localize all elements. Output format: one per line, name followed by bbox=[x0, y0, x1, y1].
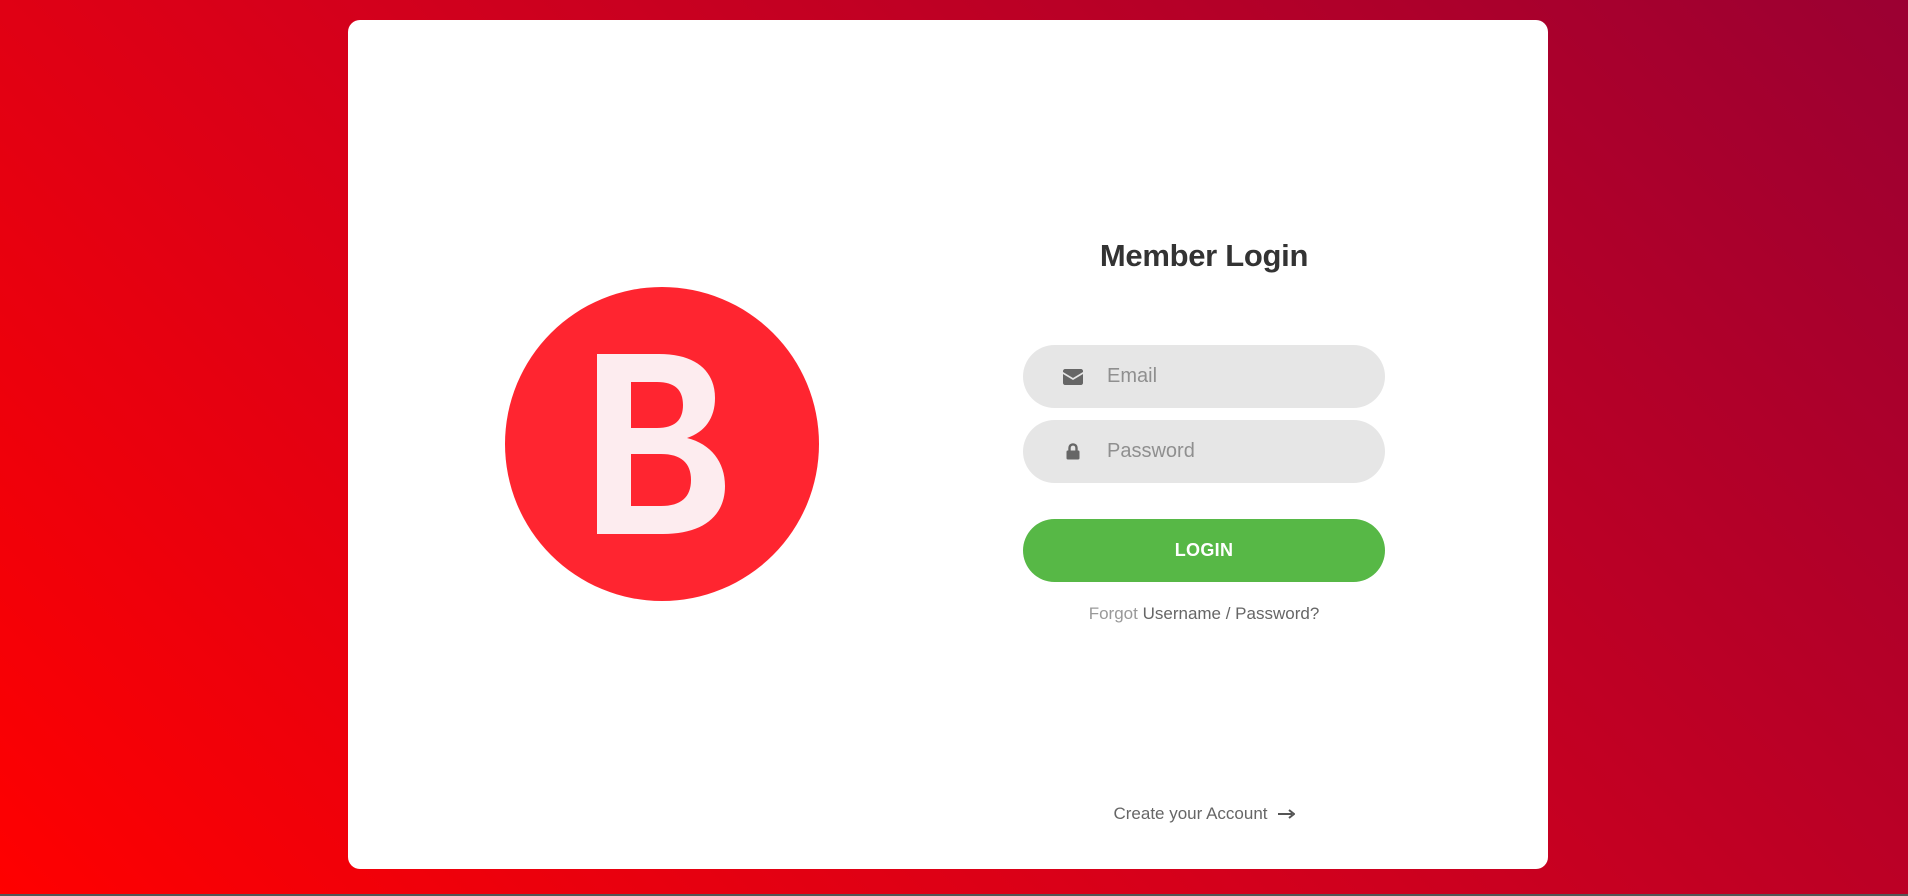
password-field-wrapper[interactable] bbox=[1023, 420, 1385, 483]
forgot-prefix: Forgot bbox=[1088, 604, 1138, 623]
login-button[interactable]: LOGIN bbox=[1023, 519, 1385, 582]
create-account-link[interactable]: Create your Account bbox=[1113, 804, 1295, 824]
forgot-username-password-link[interactable]: Username / Password? bbox=[1143, 604, 1320, 623]
brand-logo bbox=[505, 287, 819, 601]
lock-icon bbox=[1063, 442, 1083, 462]
login-form: Member Login LOGIN Forgot Usernam bbox=[1023, 20, 1385, 869]
create-account: Create your Account bbox=[1023, 804, 1385, 824]
email-field-wrapper[interactable] bbox=[1023, 345, 1385, 408]
page-title: Member Login bbox=[1099, 238, 1309, 273]
create-account-label: Create your Account bbox=[1113, 804, 1268, 823]
arrow-right-icon bbox=[1277, 809, 1295, 819]
forgot-credentials: Forgot Username / Password? bbox=[1023, 604, 1385, 624]
email-input[interactable] bbox=[1107, 345, 1357, 408]
envelope-icon bbox=[1063, 367, 1083, 387]
password-input[interactable] bbox=[1107, 420, 1357, 483]
brand-logo-b-icon bbox=[597, 354, 725, 534]
login-card: Member Login LOGIN Forgot Usernam bbox=[348, 20, 1548, 869]
